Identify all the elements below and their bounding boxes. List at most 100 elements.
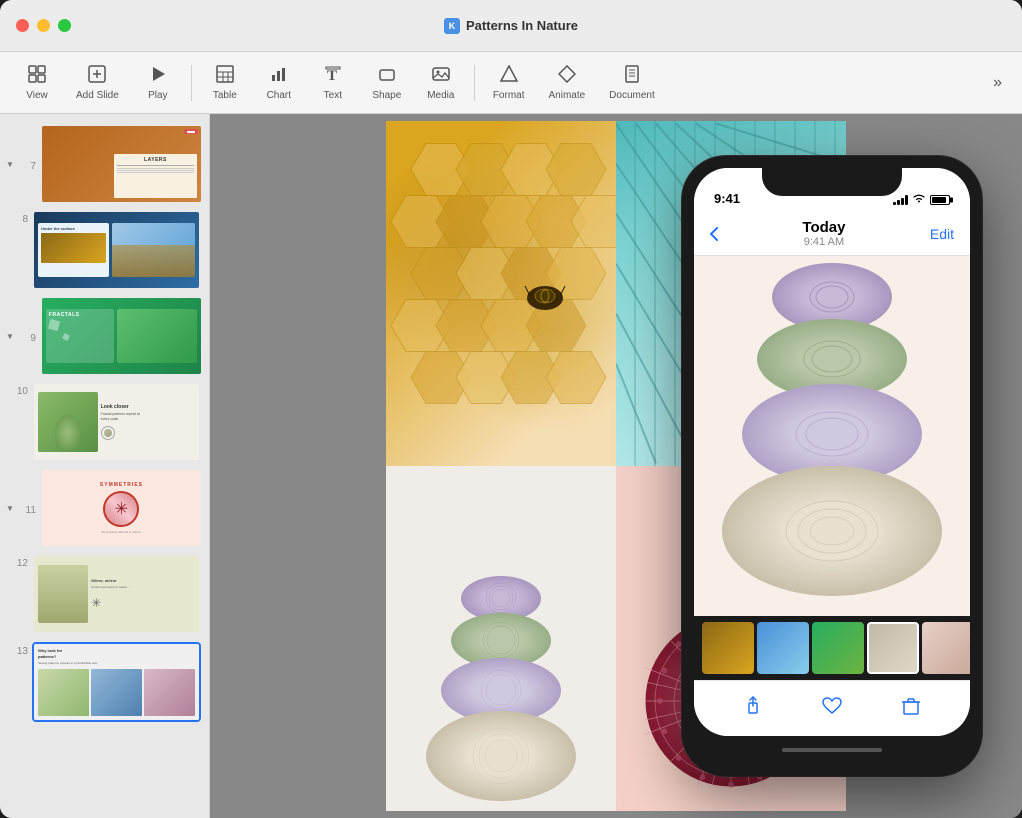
document-button[interactable]: Document — [599, 59, 665, 107]
slide-number-9: 9 — [16, 333, 36, 344]
add-slide-icon — [88, 65, 106, 86]
view-icon — [28, 65, 46, 86]
play-button[interactable]: Play — [133, 59, 183, 107]
iphone-thumbnail-strip — [694, 616, 970, 680]
main-area: ▼ 7 LAYERS — [0, 114, 1022, 818]
slide-thumb-10[interactable]: Look closer Fractal patterns repeat atev… — [32, 382, 201, 462]
iphone-notch — [762, 168, 902, 196]
animate-icon — [558, 65, 576, 86]
iphone-overlay: 9:41 — [672, 124, 992, 808]
media-button[interactable]: Media — [416, 59, 466, 107]
iphone-title: Today — [718, 219, 930, 236]
chart-label: Chart — [267, 90, 291, 101]
shape-icon — [378, 65, 396, 86]
view-button[interactable]: View — [12, 59, 62, 107]
slide-group-13: 13 Why look forpatterns? Seeing patterns… — [0, 638, 209, 726]
slide-group-9: ▼ 9 FRACTALS — [0, 294, 209, 378]
iphone-photo-content — [694, 256, 970, 616]
thumbnail-1[interactable] — [702, 622, 754, 674]
thumbnail-4-selected[interactable] — [867, 622, 919, 674]
iphone-subtitle: 9:41 AM — [718, 236, 930, 248]
iphone-time: 9:41 — [714, 191, 740, 206]
add-slide-button[interactable]: Add Slide — [66, 59, 129, 107]
animate-button[interactable]: Animate — [538, 59, 595, 107]
svg-text:T: T — [327, 68, 337, 83]
iphone-urchin-stack — [722, 263, 942, 596]
play-label: Play — [148, 90, 167, 101]
window-controls — [16, 19, 71, 32]
chart-icon — [270, 65, 288, 86]
group-expand-9[interactable]: ▼ — [6, 332, 14, 341]
table-button[interactable]: Table — [200, 59, 250, 107]
sidebar: ▼ 7 LAYERS — [0, 114, 210, 818]
text-label: Text — [324, 90, 342, 101]
add-slide-label: Add Slide — [76, 90, 119, 101]
play-icon — [149, 65, 167, 86]
slide-group-8: 8 Under the surface — [0, 206, 209, 294]
canvas-area: 9:41 — [210, 114, 1022, 818]
slide-number-11: 11 — [16, 505, 36, 516]
slide-quadrant-1 — [386, 121, 616, 466]
iphone-back-button[interactable] — [710, 227, 718, 241]
iphone-photo-area — [694, 256, 970, 616]
text-button[interactable]: T Text — [308, 59, 358, 107]
format-button[interactable]: Format — [483, 59, 535, 107]
close-button[interactable] — [16, 19, 29, 32]
shape-label: Shape — [372, 90, 401, 101]
slide-thumb-11[interactable]: SYMMETRIES ✳ Symmetries abound in nature… — [40, 468, 203, 548]
more-button[interactable]: » — [985, 70, 1010, 96]
slide-group-11: ▼ 11 SYMMETRIES ✳ Symmetries abound in n… — [0, 466, 209, 550]
slide-thumb-12[interactable]: Mirror, mirror Perfect symmetry in natur… — [32, 554, 201, 634]
iphone-navbar: Today 9:41 AM Edit — [694, 212, 970, 256]
slide-number-8: 8 — [8, 214, 28, 225]
text-icon: T — [324, 65, 342, 86]
battery-icon — [930, 195, 950, 205]
maximize-button[interactable] — [58, 19, 71, 32]
toolbar: View Add Slide Play Table Chart — [0, 52, 1022, 114]
iphone-screen: 9:41 — [694, 168, 970, 736]
signal-icon — [893, 195, 908, 205]
titlebar: K Patterns In Nature — [0, 0, 1022, 52]
iphone-home-indicator — [694, 736, 970, 764]
iphone-status-icons — [893, 193, 950, 206]
thumbnail-5[interactable] — [922, 622, 970, 674]
slide-group-7: ▼ 7 LAYERS — [0, 122, 209, 206]
animate-label: Animate — [548, 90, 585, 101]
thumbnail-3[interactable] — [812, 622, 864, 674]
chart-button[interactable]: Chart — [254, 59, 304, 107]
thumbnail-2[interactable] — [757, 622, 809, 674]
group-expand-7[interactable]: ▼ — [6, 160, 14, 169]
iphone-device: 9:41 — [682, 156, 982, 776]
toolbar-separator-1 — [191, 65, 192, 101]
iphone-share-button[interactable] — [742, 695, 764, 723]
document-icon — [623, 65, 641, 86]
slide-group-12: 12 Mirror, mirror Perfect symmetry in na… — [0, 550, 209, 638]
iphone-edit-button[interactable]: Edit — [930, 226, 954, 242]
media-label: Media — [427, 90, 454, 101]
slide-thumb-9[interactable]: FRACTALS — [40, 296, 203, 376]
slide-quadrant-3 — [386, 466, 616, 811]
table-label: Table — [213, 90, 237, 101]
app-window: K Patterns In Nature View Add Slide Play — [0, 0, 1022, 818]
group-expand-11[interactable]: ▼ — [6, 504, 14, 513]
window-title: K Patterns In Nature — [444, 18, 578, 34]
iphone-bottom-toolbar — [694, 680, 970, 736]
wifi-icon — [912, 193, 926, 206]
slide-thumb-8[interactable]: Under the surface — [32, 210, 201, 290]
format-icon — [500, 65, 518, 86]
slide-number-12: 12 — [8, 558, 28, 569]
iphone-trash-button[interactable] — [900, 695, 922, 723]
toolbar-separator-2 — [474, 65, 475, 101]
format-label: Format — [493, 90, 525, 101]
iphone-heart-button[interactable] — [821, 695, 843, 723]
table-icon — [216, 65, 234, 86]
view-label: View — [26, 90, 48, 101]
slide-thumb-7[interactable]: LAYERS — [40, 124, 203, 204]
slide-number-10: 10 — [8, 386, 28, 397]
media-icon — [432, 65, 450, 86]
minimize-button[interactable] — [37, 19, 50, 32]
slide-thumb-13[interactable]: Why look forpatterns? Seeing patterns re… — [32, 642, 201, 722]
document-label: Document — [609, 90, 655, 101]
slide-group-10: 10 Look closer Fractal patterns repeat a… — [0, 378, 209, 466]
shape-button[interactable]: Shape — [362, 59, 412, 107]
